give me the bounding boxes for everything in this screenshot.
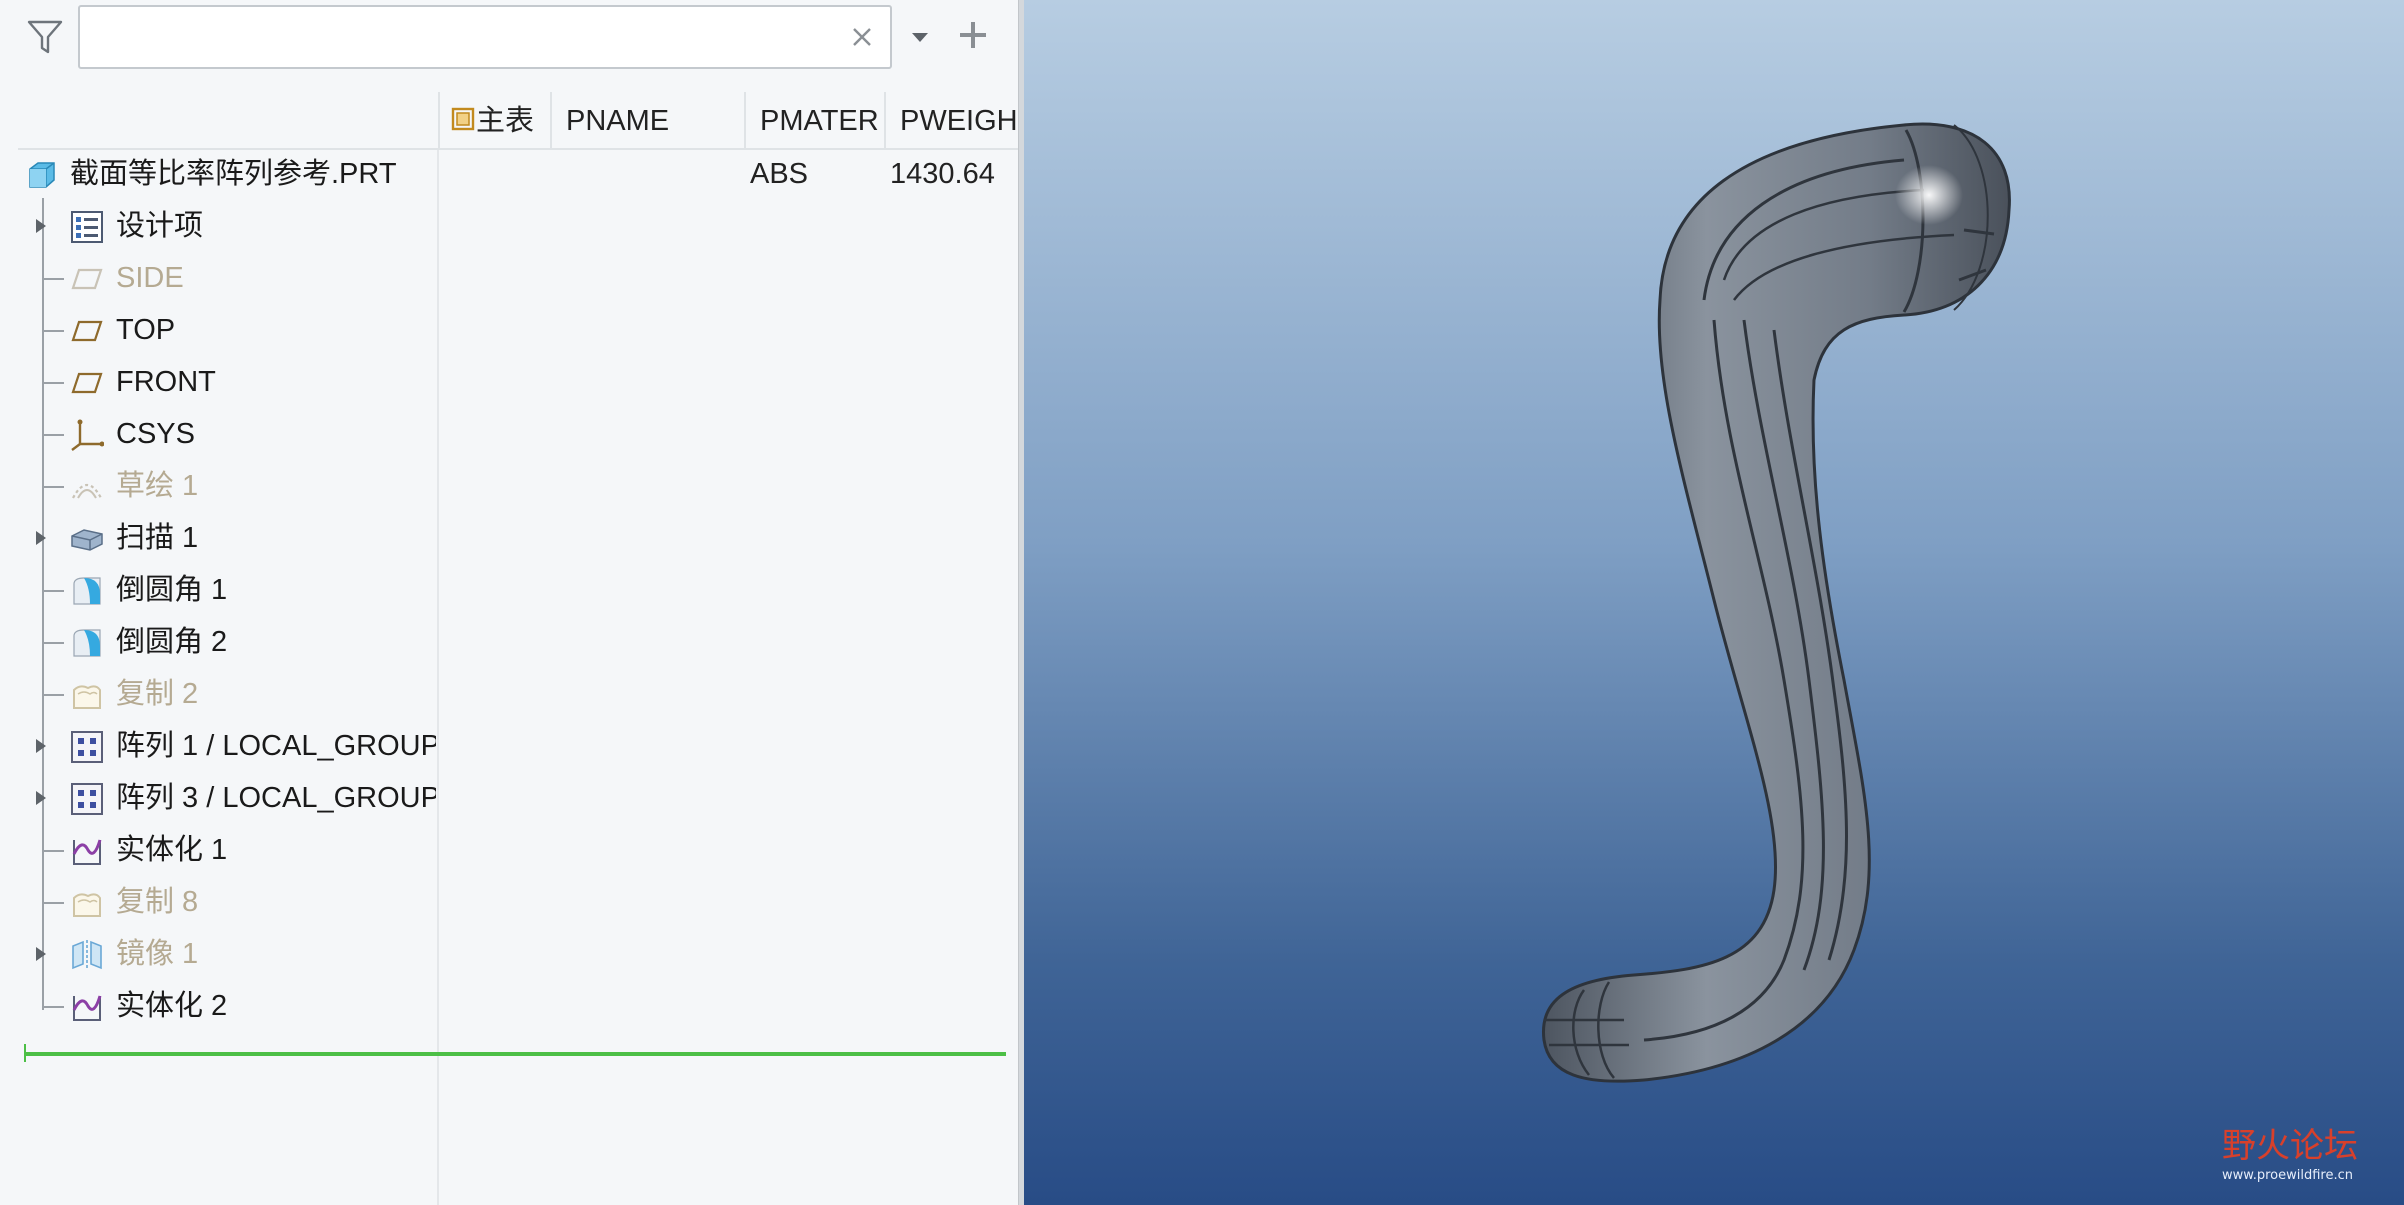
tree-item-label: 扫描 1 [116, 522, 199, 554]
tree-item-label: 草绘 1 [116, 470, 199, 502]
tree-item-label: 阵列 1 / LOCAL_GROUP [116, 730, 436, 762]
search-input[interactable] [88, 15, 832, 61]
search-box [78, 5, 892, 69]
column-header-main-label: 主表 [476, 105, 535, 137]
datum-plane-icon [71, 372, 103, 394]
tree-row-root[interactable]: 截面等比率阵列参考.PRT ABS 1430.64 [0, 148, 1010, 200]
tree-item-label: SIDE [116, 262, 184, 294]
sketch-icon [72, 483, 102, 499]
tree-root-label: 截面等比率阵列参考.PRT [70, 158, 397, 190]
insert-here-line[interactable] [24, 1052, 1006, 1056]
3d-model-view [1541, 122, 2011, 1083]
watermark-logo: 野火论坛 www.proewildfire.cn [2222, 1126, 2358, 1183]
copy-surface-icon [73, 685, 101, 709]
tree-item-round-1[interactable]: 倒圆角 1 [0, 564, 1010, 616]
specular-highlight [1895, 165, 1963, 225]
tree-item-label: 实体化 1 [116, 834, 228, 866]
datum-plane-icon [71, 320, 103, 342]
plus-icon[interactable] [956, 18, 990, 52]
tree-connector [42, 278, 64, 280]
model-tree-panel: 主表 PNAME PMATER PWEIGH 截面等比率阵列参考.PRT ABS… [0, 0, 1018, 1205]
tree-item-csys[interactable]: CSYS [0, 408, 1010, 460]
solidify-icon [72, 995, 102, 1021]
expand-arrow-icon[interactable] [34, 218, 48, 234]
tree-item-mirror-1[interactable]: 镜像 1 [0, 928, 1010, 980]
tree-item-label: FRONT [116, 366, 216, 398]
tree-item-label: 阵列 3 / LOCAL_GROUP_2 [116, 782, 436, 814]
column-header-pmater[interactable]: PMATER [744, 92, 888, 148]
solidify-icon [72, 839, 102, 865]
copy-surface-icon [73, 893, 101, 917]
graphics-viewport[interactable]: 野火论坛 www.proewildfire.cn [1024, 0, 2404, 1205]
tree-item-label: 复制 2 [116, 678, 199, 710]
expand-arrow-icon[interactable] [34, 790, 48, 806]
round-icon [73, 629, 101, 657]
tree-item-top[interactable]: TOP [0, 304, 1010, 356]
column-header-main[interactable]: 主表 [438, 92, 568, 148]
tree-connector [42, 642, 64, 644]
tree-item-round-2[interactable]: 倒圆角 2 [0, 616, 1010, 668]
tree-item-label: TOP [116, 314, 176, 346]
sweep-icon [71, 529, 103, 551]
tree-connector [42, 902, 64, 904]
tree-item-label: 镜像 1 [116, 938, 199, 970]
tree-item-side[interactable]: SIDE [0, 252, 1010, 304]
column-header-pname[interactable]: PNAME [550, 92, 764, 148]
csys-icon [71, 419, 104, 451]
part-icon [29, 162, 55, 188]
tree-item-label: CSYS [116, 418, 195, 450]
watermark-url: www.proewildfire.cn [2222, 1168, 2353, 1183]
design-items-icon [71, 211, 103, 243]
pattern-icon [71, 731, 103, 763]
tree-item-copy-2[interactable]: 复制 2 [0, 668, 1010, 720]
column-header-pweight[interactable]: PWEIGH [884, 92, 1024, 148]
tree-item-pattern-3[interactable]: 阵列 3 / LOCAL_GROUP_2 [0, 772, 1010, 824]
tree-connector [42, 330, 64, 332]
expand-arrow-icon[interactable] [34, 946, 48, 962]
tree-item-solidify-2[interactable]: 实体化 2 [0, 980, 1010, 1032]
tree-item-solidify-1[interactable]: 实体化 1 [0, 824, 1010, 876]
pattern-icon [71, 783, 103, 815]
chevron-down-icon[interactable] [905, 22, 935, 52]
tree-connector [42, 850, 64, 852]
filter-icon[interactable] [26, 18, 64, 56]
tree-connector [42, 486, 64, 488]
root-pmater-value: ABS [750, 158, 809, 190]
tree-item-pattern-1[interactable]: 阵列 1 / LOCAL_GROUP [0, 720, 1010, 772]
mirror-icon [72, 940, 102, 970]
tree-connector [42, 590, 64, 592]
expand-arrow-icon[interactable] [34, 738, 48, 754]
tree-item-label: 复制 8 [116, 886, 199, 918]
root-pweight-value: 1430.64 [890, 158, 995, 190]
filter-bar [0, 0, 1018, 80]
tree-item-sketch-1[interactable]: 草绘 1 [0, 460, 1010, 512]
tree-item-label: 实体化 2 [116, 990, 228, 1022]
tree-item-label: 倒圆角 1 [116, 574, 228, 606]
expand-arrow-icon[interactable] [34, 530, 48, 546]
main-table-icon [451, 107, 475, 131]
watermark-text: 野火论坛 [2222, 1126, 2358, 1166]
tree-column-header: 主表 PNAME PMATER PWEIGH [18, 92, 1018, 150]
tree-item-label: 设计项 [116, 210, 204, 242]
tree-item-copy-8[interactable]: 复制 8 [0, 876, 1010, 928]
tree-connector [42, 1006, 64, 1008]
tree-item-design-items[interactable]: 设计项 [0, 200, 1010, 252]
tree-item-label: 倒圆角 2 [116, 626, 228, 658]
tree-item-sweep-1[interactable]: 扫描 1 [0, 512, 1010, 564]
round-icon [73, 577, 101, 605]
tree-connector [42, 694, 64, 696]
clear-icon[interactable] [848, 23, 876, 51]
tree-item-front[interactable]: FRONT [0, 356, 1010, 408]
tree-connector [42, 382, 64, 384]
datum-plane-icon [71, 268, 103, 290]
tree-connector [42, 434, 64, 436]
